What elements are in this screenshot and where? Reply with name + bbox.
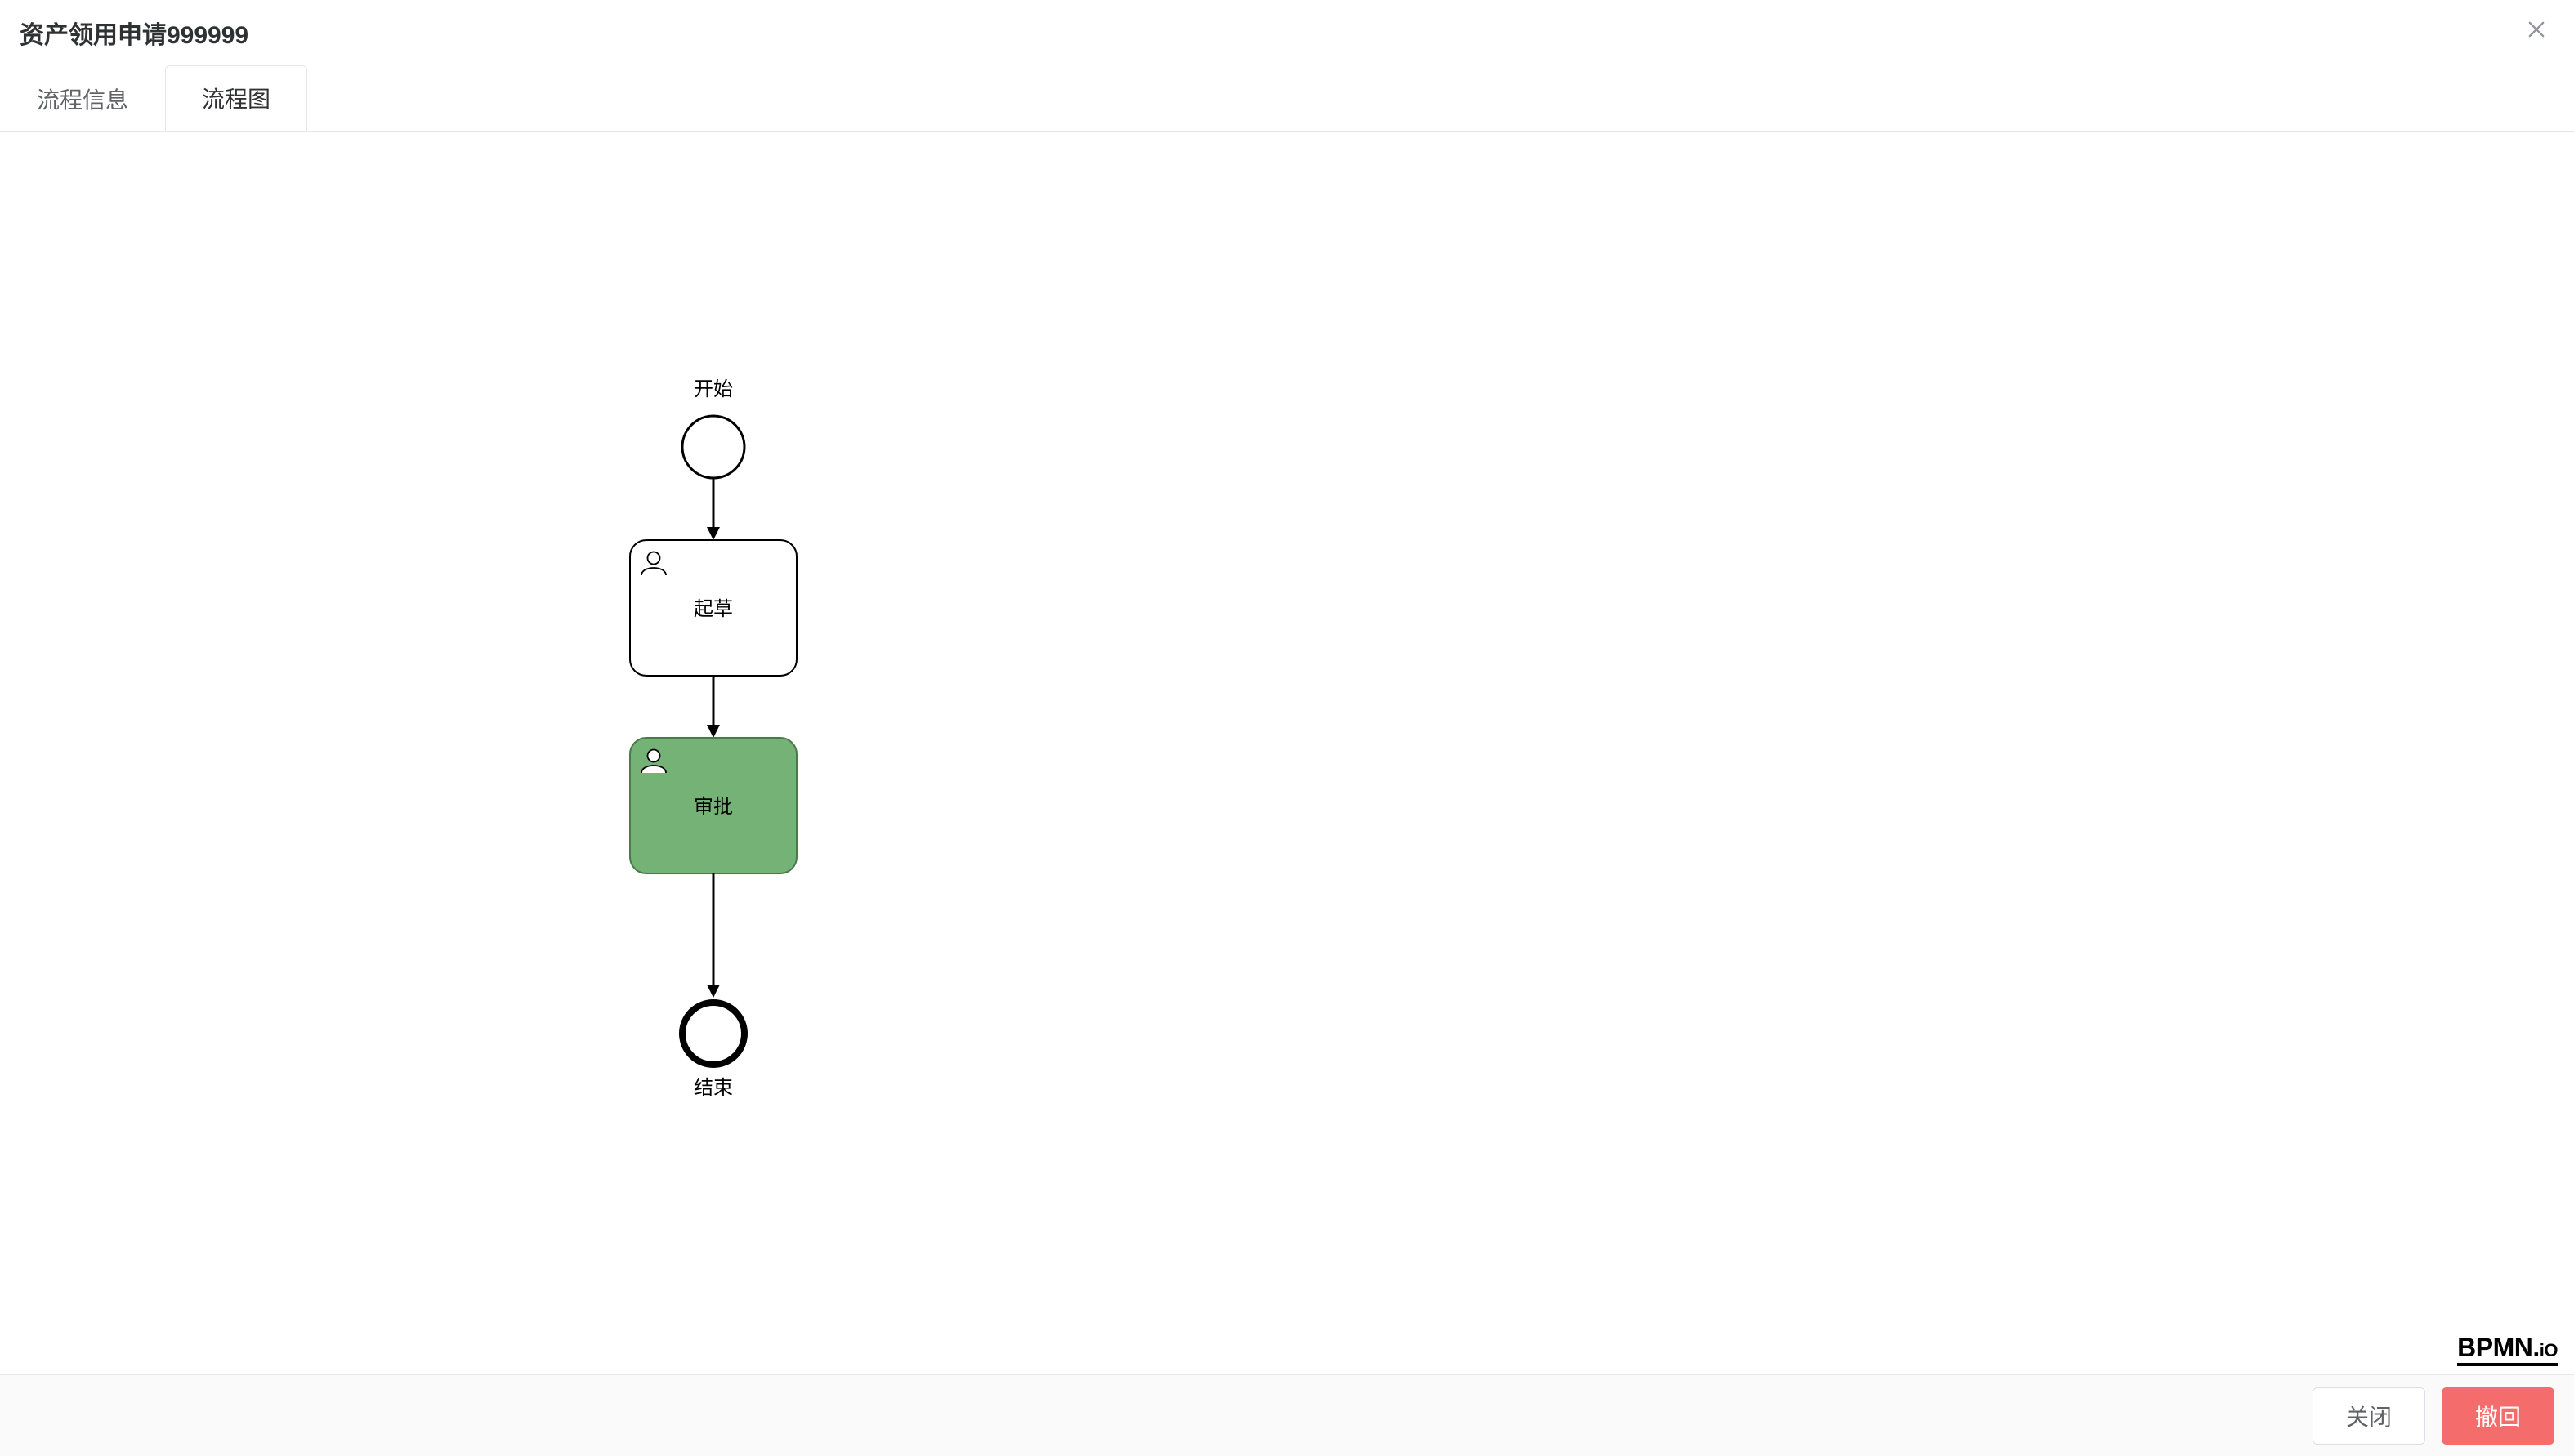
dialog-header: 资产领用申请999999 <box>0 0 2574 65</box>
close-dialog-button[interactable]: 关闭 <box>2313 1387 2425 1445</box>
arrow-icon <box>707 527 720 540</box>
arrow-icon <box>707 985 720 998</box>
task-draft-label: 起草 <box>694 598 733 620</box>
withdraw-button[interactable]: 撤回 <box>2442 1387 2554 1445</box>
dialog-title: 资产领用申请999999 <box>20 15 248 51</box>
dialog-root: 资产领用申请999999 流程信息 流程图 开始 <box>0 0 2574 1456</box>
start-event[interactable] <box>682 416 744 478</box>
end-label: 结束 <box>694 1077 733 1099</box>
tab-bar: 流程信息 流程图 <box>0 65 2574 132</box>
dialog-footer: 关闭 撤回 <box>0 1374 2574 1456</box>
bpmn-diagram: 开始 起草 审批 结束 <box>0 132 2574 1357</box>
task-approve-label: 审批 <box>694 796 733 818</box>
tab-label: 流程信息 <box>37 83 128 115</box>
tab-flow-info[interactable]: 流程信息 <box>0 65 165 131</box>
close-icon <box>2525 18 2548 41</box>
arrow-icon <box>707 725 720 738</box>
bpmn-watermark: BPMN.iO <box>2457 1333 2558 1366</box>
button-label: 撤回 <box>2475 1400 2521 1432</box>
button-label: 关闭 <box>2346 1400 2392 1432</box>
end-event[interactable] <box>682 1003 744 1065</box>
tab-flow-diagram[interactable]: 流程图 <box>165 65 307 131</box>
tab-label: 流程图 <box>202 82 270 114</box>
start-label: 开始 <box>694 378 733 400</box>
close-button[interactable] <box>2522 15 2551 44</box>
diagram-canvas[interactable]: 开始 起草 审批 结束 BPMN.iO <box>0 132 2574 1374</box>
